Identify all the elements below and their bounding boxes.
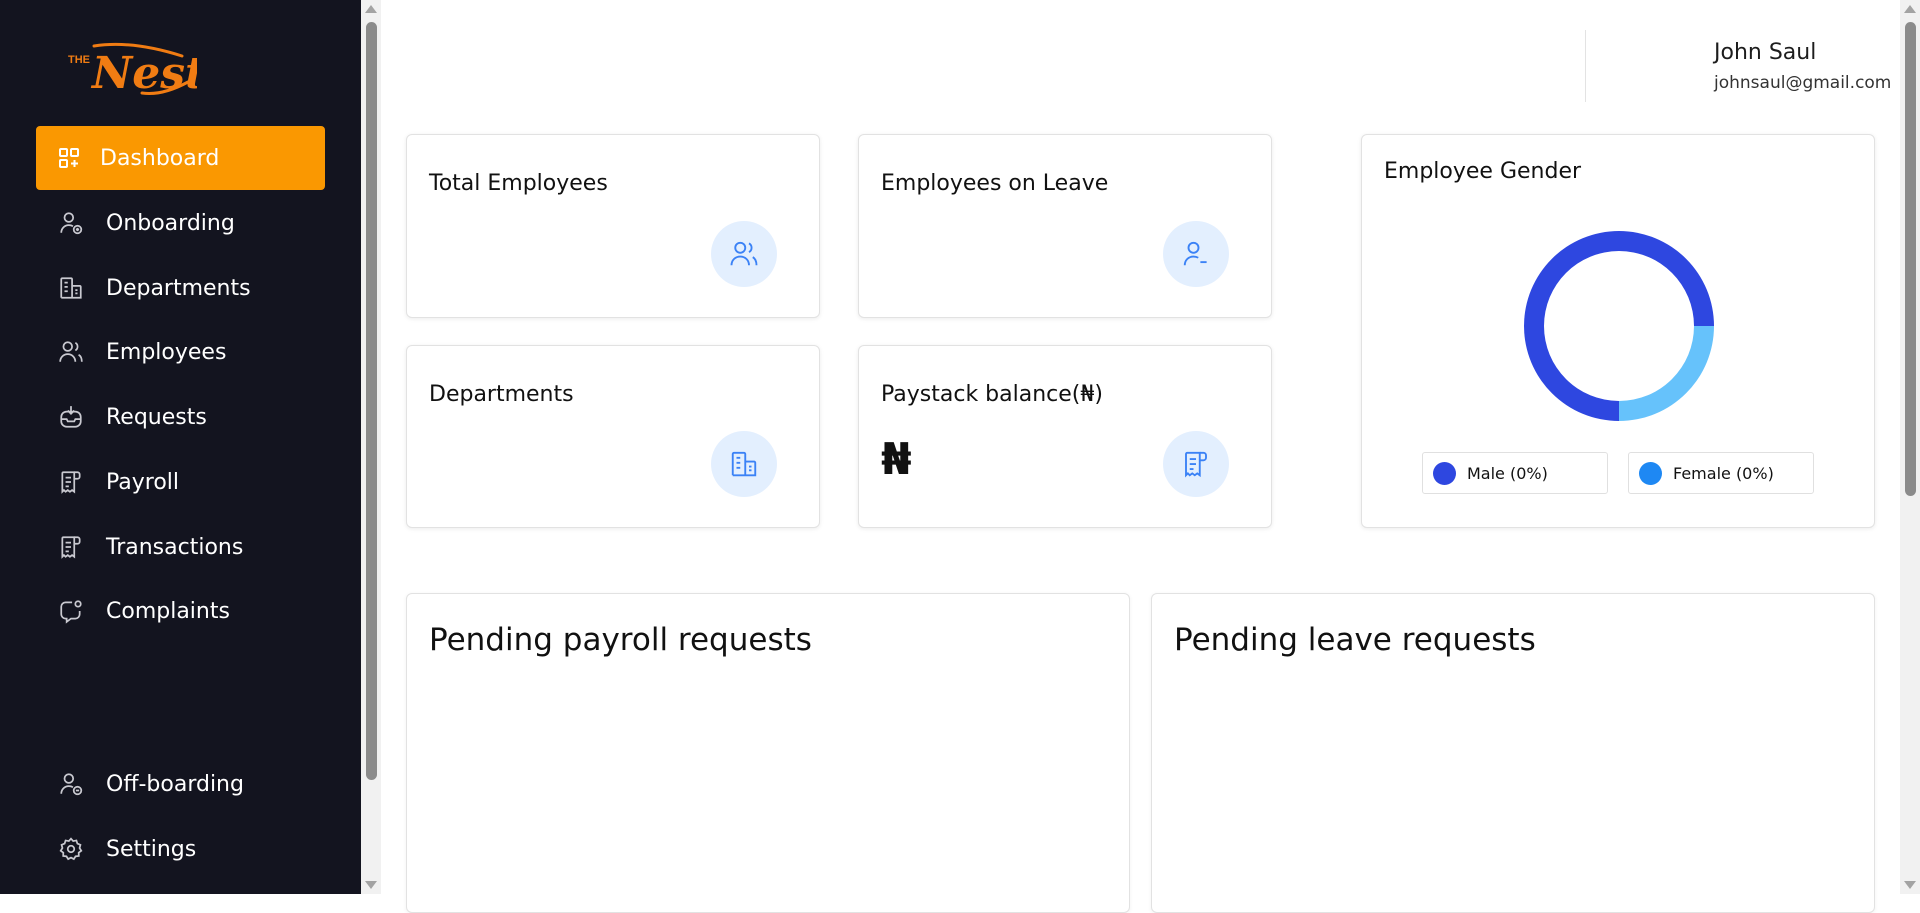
receipt-icon <box>1163 431 1229 497</box>
user-email: johnsaul@gmail.com <box>1714 73 1892 93</box>
scroll-up-arrow-icon[interactable] <box>1904 5 1916 13</box>
scroll-down-arrow-icon[interactable] <box>1904 881 1916 889</box>
legend-item-male[interactable]: Male (0%) <box>1422 452 1608 494</box>
panel-title: Pending leave requests <box>1174 622 1536 658</box>
sidebar-item-label: Employees <box>106 339 227 365</box>
sidebar-item-off-boarding[interactable]: Off-boarding <box>36 752 325 816</box>
inbox-icon <box>58 404 84 430</box>
panel-title: Pending payroll requests <box>429 622 812 658</box>
user-name[interactable]: John Saul <box>1714 40 1816 65</box>
sidebar-item-payroll[interactable]: Payroll <box>36 450 325 514</box>
card-title: Paystack balance(₦) <box>881 382 1103 407</box>
gear-icon <box>58 836 84 862</box>
sidebar-item-label: Settings <box>106 836 197 862</box>
legend-label: Female (0%) <box>1673 463 1774 483</box>
building-icon <box>58 275 84 301</box>
receipt-icon <box>58 534 84 560</box>
donut-slice-female[interactable] <box>1619 326 1714 421</box>
sidebar-item-departments[interactable]: Departments <box>36 256 325 320</box>
building-icon <box>711 431 777 497</box>
stat-card-employees-on-leave: Employees on Leave <box>858 134 1272 318</box>
sidebar-item-complaints[interactable]: Complaints <box>36 579 325 643</box>
sidebar-item-requests[interactable]: Requests <box>36 385 325 449</box>
receipt-icon <box>58 469 84 495</box>
stat-card-departments: Departments <box>406 345 820 528</box>
sidebar-item-transactions[interactable]: Transactions <box>36 515 325 579</box>
logo[interactable]: THE Nest <box>62 38 205 99</box>
svg-text:THE: THE <box>68 54 90 66</box>
sidebar-item-label: Off-boarding <box>106 771 244 797</box>
user-minus-icon <box>1163 221 1229 287</box>
sidebar-item-label: Onboarding <box>106 210 235 236</box>
user-remove-icon <box>58 771 84 797</box>
user-add-icon <box>58 210 84 236</box>
card-title: Total Employees <box>429 171 608 196</box>
sidebar-item-label: Dashboard <box>100 145 220 171</box>
sidebar-item-settings[interactable]: Settings <box>36 817 325 881</box>
sidebar-item-label: Requests <box>106 404 207 430</box>
scrollbar-thumb[interactable] <box>366 22 377 780</box>
sidebar-item-label: Transactions <box>106 534 244 560</box>
pending-payroll-panel: Pending payroll requests <box>406 593 1130 913</box>
grid-plus-icon <box>56 145 82 171</box>
stat-card-paystack-balance: Paystack balance(₦) ₦ <box>858 345 1272 528</box>
scroll-down-arrow-icon[interactable] <box>365 881 377 889</box>
legend-label: Male (0%) <box>1467 463 1548 483</box>
card-title: Departments <box>429 382 574 407</box>
nest-logo-icon: THE Nest <box>68 42 205 99</box>
legend-dot-female <box>1639 461 1662 485</box>
pending-leave-panel: Pending leave requests <box>1151 593 1875 913</box>
card-title: Employees on Leave <box>881 171 1109 196</box>
page-scrollbar[interactable] <box>1900 0 1920 894</box>
sidebar: THE Nest Dashboard Onboarding Department… <box>0 0 361 894</box>
users-icon <box>711 221 777 287</box>
employee-gender-card: Employee Gender Male (0%) Female (0%) <box>1361 134 1875 528</box>
header-divider <box>1585 30 1586 102</box>
legend-dot-male <box>1433 461 1456 485</box>
scrollbar-thumb[interactable] <box>1905 22 1916 496</box>
gender-donut-chart <box>1524 231 1714 421</box>
chart-title: Employee Gender <box>1384 159 1582 184</box>
sidebar-item-label: Complaints <box>106 598 230 624</box>
sidebar-item-label: Departments <box>106 275 251 301</box>
sidebar-item-employees[interactable]: Employees <box>36 320 325 384</box>
scroll-up-arrow-icon[interactable] <box>365 5 377 13</box>
legend-item-female[interactable]: Female (0%) <box>1628 452 1814 494</box>
stat-card-total-employees: Total Employees <box>406 134 820 318</box>
users-icon <box>58 339 84 365</box>
sidebar-item-onboarding[interactable]: Onboarding <box>36 191 325 255</box>
inner-scrollbar[interactable] <box>361 0 381 894</box>
chat-alert-icon <box>58 598 84 624</box>
sidebar-item-label: Payroll <box>106 469 180 495</box>
paystack-balance-value: ₦ <box>881 434 912 485</box>
sidebar-item-dashboard[interactable]: Dashboard <box>36 126 325 190</box>
